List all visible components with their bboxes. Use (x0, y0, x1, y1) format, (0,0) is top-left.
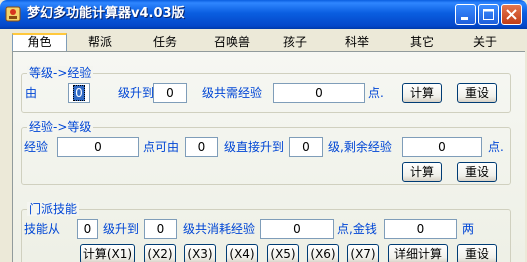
skill-to-input[interactable]: 0 (144, 219, 177, 239)
level-to-exp-group: 等级->经验 由 0 级升到 0 级共需经验 0 点. 计算 重设 (21, 66, 511, 113)
from-level-input[interactable]: 0 (68, 83, 90, 103)
minimize-icon (461, 17, 468, 20)
reset-button[interactable]: 重设 (457, 162, 497, 182)
to-level-output[interactable]: 0 (289, 137, 323, 157)
close-button[interactable] (501, 4, 522, 25)
total-exp-label: 级共需经验 (202, 86, 263, 100)
tab-strip: 角色 帮派 任务 召唤兽 孩子 科举 其它 关于 (12, 33, 522, 51)
exp-label: 经验 (24, 140, 49, 154)
points-label: 点. (488, 140, 504, 154)
app-icon[interactable] (5, 6, 21, 22)
tab-task[interactable]: 任务 (140, 33, 190, 51)
calc-x2-button[interactable]: (X2) (144, 244, 176, 262)
calc-x5-button[interactable]: (X5) (267, 244, 299, 262)
tab-exam[interactable]: 科举 (332, 33, 382, 51)
tab-role[interactable]: 角色 (12, 33, 67, 51)
skill-exp-output[interactable]: 0 (260, 219, 334, 239)
skill-reset-button[interactable]: 重设 (457, 244, 497, 262)
calc-x7-button[interactable]: (X7) (347, 244, 379, 262)
tab-panel-role: 等级->经验 由 0 级升到 0 级共需经验 0 点. 计算 重设 经验->等级… (12, 51, 525, 262)
from-level-output[interactable]: 0 (185, 137, 218, 157)
maximize-icon (483, 9, 494, 20)
skill-from-label: 技能从 (24, 222, 61, 236)
upgrade-to-label: 级升到 (118, 86, 155, 100)
window-title: 梦幻多功能计算器v4.03版 (27, 6, 185, 21)
detailed-calc-button[interactable]: 详细计算 (388, 244, 448, 262)
close-icon (506, 9, 517, 20)
calculator-window: 梦幻多功能计算器v4.03版 角色 帮派 任务 召唤兽 孩子 科举 其它 关于 (0, 0, 527, 262)
calc-button[interactable]: 计算 (402, 162, 442, 182)
money-label: 点,金钱 (337, 222, 377, 236)
reset-button[interactable]: 重设 (457, 83, 497, 103)
tab-about[interactable]: 关于 (460, 33, 510, 51)
tab-other[interactable]: 其它 (397, 33, 447, 51)
from-label: 由 (25, 86, 38, 100)
exp-to-level-title: 经验->等级 (27, 120, 94, 134)
exp-input[interactable]: 0 (57, 137, 139, 157)
title-bar[interactable]: 梦幻多功能计算器v4.03版 (0, 0, 527, 29)
skill-group: 门派技能 技能从 0 级升到 0 级共消耗经验 0 点,金钱 0 两 计算(X1… (21, 202, 511, 262)
direct-upgrade-label: 级直接升到 (224, 140, 285, 154)
exp-to-level-group: 经验->等级 经验 0 点可由 0 级直接升到 0 级,剩余经验 0 点. 计算… (21, 120, 511, 185)
tab-summon[interactable]: 召唤兽 (202, 33, 262, 51)
calc-x3-button[interactable]: (X3) (184, 244, 216, 262)
skill-exp-label: 级共消耗经验 (183, 222, 256, 236)
points-from-label: 点可由 (143, 140, 180, 154)
total-exp-output[interactable]: 0 (273, 83, 365, 103)
tab-child[interactable]: 孩子 (270, 33, 320, 51)
calc-x1-button[interactable]: 计算(X1) (80, 244, 135, 262)
tab-gang[interactable]: 帮派 (75, 33, 125, 51)
level-to-exp-title: 等级->经验 (27, 66, 94, 80)
minimize-button[interactable] (455, 4, 476, 25)
upgrade-to-label: 级升到 (103, 222, 140, 236)
maximize-button[interactable] (478, 4, 499, 25)
skill-from-input[interactable]: 0 (77, 219, 98, 239)
money-output[interactable]: 0 (384, 219, 457, 239)
to-level-input[interactable]: 0 (153, 83, 187, 103)
money-unit-label: 两 (462, 222, 475, 236)
calc-x4-button[interactable]: (X4) (226, 244, 258, 262)
skill-group-title: 门派技能 (27, 202, 80, 216)
remaining-exp-output[interactable]: 0 (402, 137, 482, 157)
calc-button[interactable]: 计算 (402, 83, 442, 103)
calc-x6-button[interactable]: (X6) (307, 244, 339, 262)
remaining-exp-label: 级,剩余经验 (328, 140, 392, 154)
points-label: 点. (368, 86, 384, 100)
